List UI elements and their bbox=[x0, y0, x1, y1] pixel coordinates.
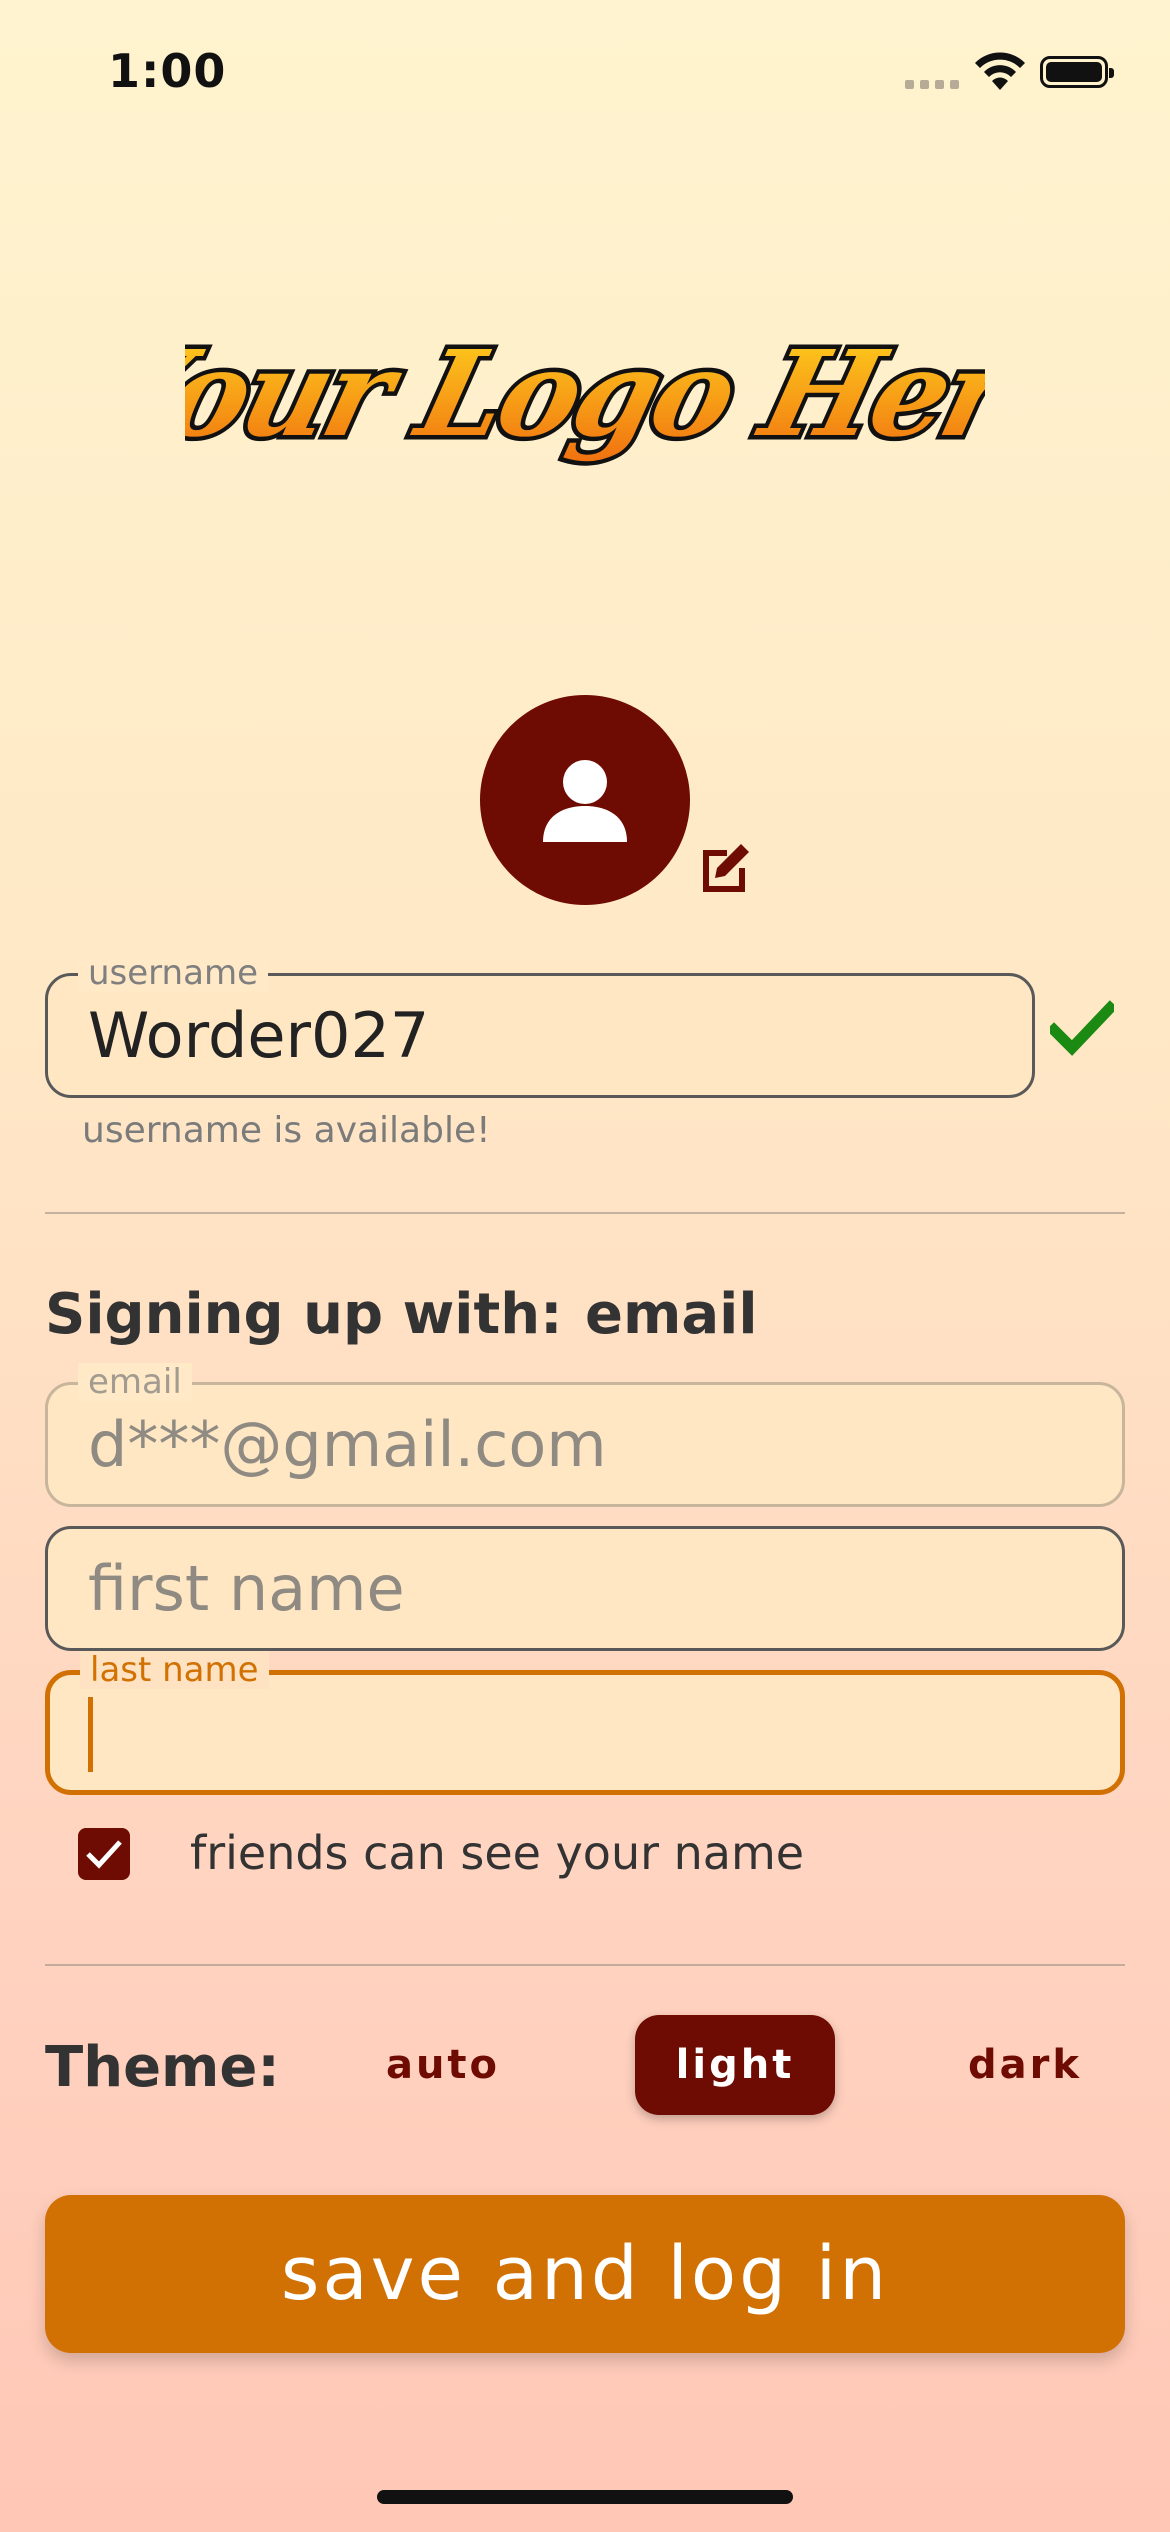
save-and-login-button[interactable]: save and log in bbox=[45, 2195, 1125, 2353]
first-name-field[interactable]: first name bbox=[45, 1526, 1125, 1651]
profile-avatar[interactable] bbox=[480, 695, 690, 905]
username-field[interactable]: username Worder027 bbox=[45, 954, 1035, 1098]
home-indicator[interactable] bbox=[377, 2490, 793, 2504]
theme-label: Theme: bbox=[45, 2035, 280, 2100]
signup-method-value: email bbox=[585, 1282, 758, 1347]
friends-visibility-label[interactable]: friends can see your name bbox=[190, 1826, 804, 1880]
status-time: 1:00 bbox=[108, 44, 227, 98]
wifi-icon bbox=[972, 50, 1028, 92]
theme-option-light[interactable]: light bbox=[635, 2015, 835, 2115]
svg-text:Your Logo Here: Your Logo Here bbox=[185, 326, 985, 464]
signup-method-label: Signing up with: bbox=[45, 1282, 563, 1347]
brand-logo: Your Logo Here bbox=[79, 285, 1096, 515]
battery-icon bbox=[1040, 56, 1114, 88]
last-name-field[interactable]: last name bbox=[45, 1651, 1125, 1795]
theme-option-auto[interactable]: auto bbox=[343, 2015, 543, 2115]
text-cursor bbox=[88, 1697, 93, 1772]
first-name-placeholder: first name bbox=[88, 1552, 405, 1625]
checkmark-icon bbox=[1046, 1000, 1118, 1056]
friends-visibility-checkbox[interactable] bbox=[78, 1828, 130, 1880]
username-value: Worder027 bbox=[88, 999, 430, 1072]
email-value: d***@gmail.com bbox=[88, 1408, 607, 1481]
theme-option-dark[interactable]: dark bbox=[925, 2015, 1125, 2115]
last-name-label: last name bbox=[80, 1651, 269, 1689]
check-icon bbox=[86, 1840, 122, 1869]
edit-avatar-icon[interactable] bbox=[695, 838, 755, 898]
cellular-signal-icon bbox=[905, 80, 961, 90]
username-helper-text: username is available! bbox=[82, 1110, 491, 1151]
divider bbox=[45, 1212, 1125, 1214]
divider bbox=[45, 1964, 1125, 1966]
person-icon bbox=[543, 760, 627, 842]
email-field: email d***@gmail.com bbox=[45, 1363, 1125, 1507]
